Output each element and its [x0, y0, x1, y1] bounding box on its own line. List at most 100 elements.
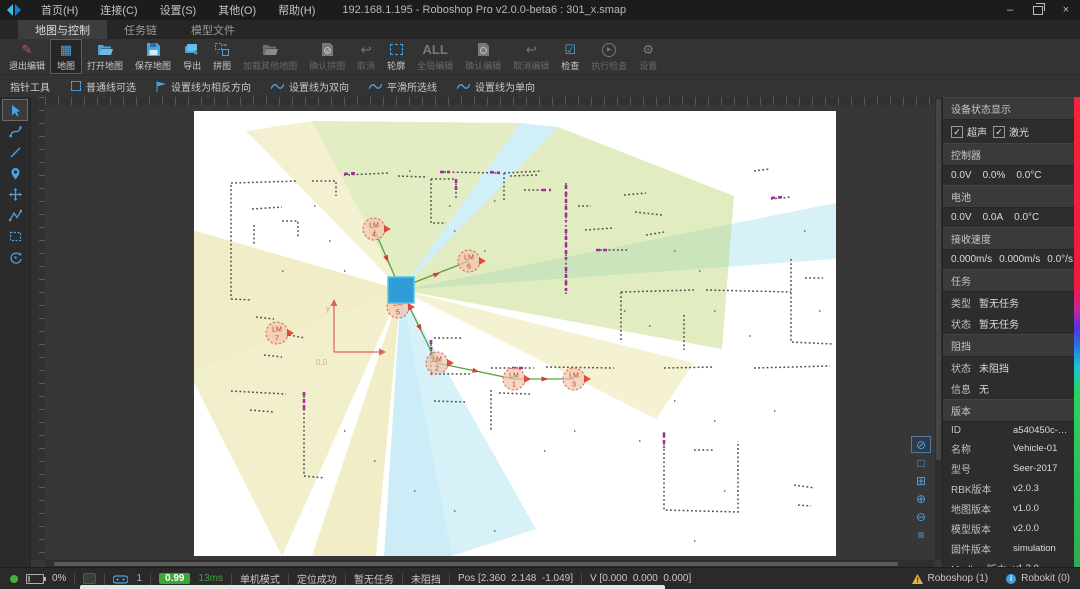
map-grid-icon: ▦ [60, 42, 72, 58]
menu-other[interactable]: 其他(O) [207, 2, 267, 18]
move-tool[interactable] [3, 184, 27, 204]
block-status: 未阻挡 [411, 571, 441, 586]
minimize-button[interactable]: – [996, 0, 1024, 20]
velocity-readout: V [0.000 0.000 0.000] [590, 573, 691, 584]
warning-icon [912, 574, 923, 584]
main-toolbar: ✎ 退出编辑 ▦ 地图 打开地图 保存地图 导出 [0, 39, 1080, 75]
robokit-log-button[interactable]: i Robokit (0) [1006, 573, 1070, 584]
open-folder-icon [98, 42, 113, 58]
latency-value: 13ms [198, 573, 222, 584]
rect-select-tool[interactable] [3, 226, 27, 246]
smooth-selected-lines-button[interactable]: 平滑所选线 [360, 77, 446, 96]
normal-line-selectable-button[interactable]: 普通线可选 [62, 77, 145, 96]
landmark-LM2[interactable]: LM 2 [426, 352, 454, 374]
point-tool[interactable] [3, 163, 27, 183]
open-map-button[interactable]: 打开地图 [81, 40, 129, 73]
fit-rect-button[interactable]: □ [912, 455, 930, 470]
curve-tool[interactable] [3, 121, 27, 141]
close-button[interactable]: × [1052, 0, 1080, 20]
pointer-icon [9, 104, 22, 117]
doc-check-icon [322, 42, 333, 58]
pointer-tool[interactable] [3, 100, 27, 120]
tab-map-control[interactable]: 地图与控制 [18, 20, 107, 39]
restore-button[interactable] [1024, 0, 1052, 20]
undo-icon: ↩ [361, 42, 372, 58]
polyline-icon [9, 209, 22, 222]
stitch-map-button[interactable]: 拼图 [207, 40, 237, 73]
roboshop-log-button[interactable]: Roboshop (1) [912, 573, 989, 584]
line-toolbar: 指针工具 普通线可选 设置线为相反方向 设置线为双向 平滑所选线 [0, 75, 1080, 98]
relocate-tool[interactable] [3, 247, 27, 267]
outline-button[interactable]: 轮廓 [381, 40, 411, 73]
tab-task-chain[interactable]: 任务链 [107, 20, 174, 39]
battery-icon [26, 574, 44, 584]
run-check-button: ▶ 执行检查 [585, 40, 633, 73]
joystick-count: 1 [136, 573, 142, 584]
map-view[interactable]: y 0,0 [194, 111, 836, 556]
rotate-icon [9, 251, 22, 264]
set-line-oneway-button[interactable]: 设置线为单向 [448, 77, 544, 96]
ultrasonic-checkbox[interactable]: ✓ 超声 [951, 124, 987, 139]
line-icon [9, 146, 22, 159]
wave-icon [369, 82, 382, 91]
export-button[interactable]: 导出 [177, 40, 207, 73]
window-controls: – × [996, 0, 1080, 20]
menu-connect[interactable]: 连接(C) [89, 2, 148, 18]
exit-edit-button[interactable]: ✎ 退出编辑 [3, 40, 51, 73]
robot-marker[interactable] [388, 277, 414, 303]
zoom-out-button[interactable]: ⊖ [912, 509, 930, 524]
export-icon [185, 42, 199, 58]
visibility-toggle-button[interactable]: ⊘ [912, 437, 930, 452]
statusbar-right: Roboshop (1) i Robokit (0) [912, 573, 1071, 584]
task-header: 任务 [943, 269, 1080, 292]
dashed-square-icon [71, 81, 81, 91]
cancel-button: ↩ 取消 [351, 40, 381, 73]
check-button[interactable]: ☑ 检查 [555, 40, 585, 73]
global-edit-button: ALL 全局编辑 [411, 40, 459, 73]
save-map-button[interactable]: 保存地图 [129, 40, 177, 73]
vertical-scrollbar[interactable] [935, 97, 942, 560]
set-line-reverse-button[interactable]: 设置线为相反方向 [147, 77, 260, 96]
app-logo-icon [7, 4, 21, 16]
svg-text:LM: LM [369, 223, 379, 230]
load-other-map-button: 加载其他地图 [237, 40, 303, 73]
menu-help[interactable]: 帮助(H) [267, 2, 326, 18]
menu-home[interactable]: 首页(H) [30, 2, 89, 18]
menu-settings[interactable]: 设置(S) [149, 2, 208, 18]
undo-icon: ↩ [526, 42, 537, 58]
gamepad-icon [113, 574, 128, 584]
pointer-tool-label: 指针工具 [8, 79, 60, 94]
confirm-edit-button: 确认编辑 [459, 40, 507, 73]
ruler-vertical [31, 97, 45, 560]
svg-text:5: 5 [396, 310, 400, 317]
laser-checkbox[interactable]: ✓ 激光 [993, 124, 1029, 139]
settings-button: ⚙ 设置 [633, 40, 663, 73]
polyline-tool[interactable] [3, 205, 27, 225]
checkbox-icon: ✓ [951, 126, 963, 138]
tabbar: 地图与控制 任务链 模型文件 [0, 20, 1080, 39]
svg-text:LM: LM [432, 357, 442, 364]
map-button[interactable]: ▦ 地图 [51, 40, 81, 73]
version-row-modelver: 模型版本v2.0.0 [943, 518, 1080, 538]
map-svg: y 0,0 [194, 111, 836, 556]
origin-label: 0,0 [316, 358, 328, 367]
layer-list-button[interactable]: ≡ [912, 527, 930, 542]
block-info-row: 信息 无 [943, 378, 1080, 399]
map-canvas[interactable]: y 0,0 [31, 97, 942, 568]
task-type-row: 类型 暂无任务 [943, 292, 1080, 313]
tab-model-file[interactable]: 模型文件 [174, 20, 252, 39]
zoom-in-button[interactable]: ⊕ [912, 491, 930, 506]
wave-icon [457, 82, 470, 91]
svg-text:2: 2 [435, 366, 439, 373]
view-tools: ⊘ □ ⊞ ⊕ ⊖ ≡ [912, 437, 930, 542]
landmark-LM1[interactable]: LM1 [503, 368, 531, 390]
svg-text:LM: LM [272, 327, 282, 334]
task-status: 暂无任务 [354, 571, 394, 586]
tool-sidebar [0, 97, 31, 568]
fit-view-button[interactable]: ⊞ [912, 473, 930, 488]
set-line-bidirectional-button[interactable]: 设置线为双向 [262, 77, 358, 96]
cancel-edit-button: ↩ 取消编辑 [507, 40, 555, 73]
mode-status: 单机模式 [240, 571, 280, 586]
line-tool[interactable] [3, 142, 27, 162]
checkbox-icon: ☑ [564, 42, 576, 58]
